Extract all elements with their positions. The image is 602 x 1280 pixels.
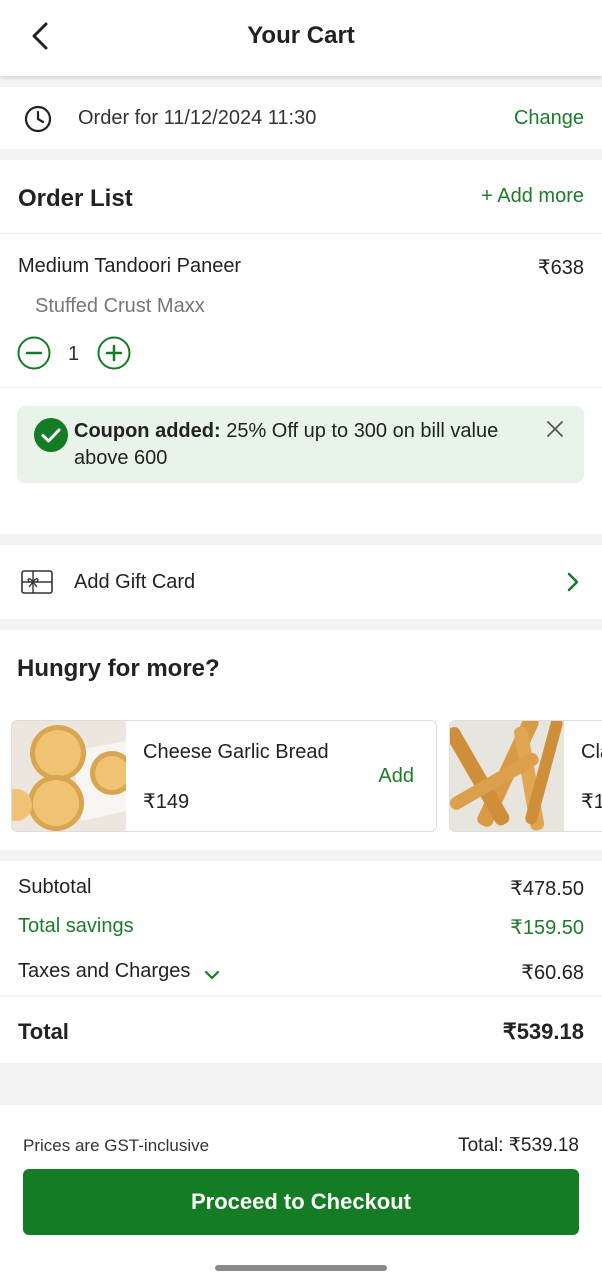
subtotal-label: Subtotal [18, 876, 92, 898]
recommendation-price: ₹149 [143, 791, 190, 813]
recommendation-card[interactable]: Cla ₹1 [449, 720, 602, 832]
add-more-link[interactable]: + Add more [481, 185, 584, 208]
page-title: Your Cart [247, 22, 355, 49]
subtotal-value: ₹478.50 [510, 878, 584, 900]
home-indicator[interactable] [215, 1265, 387, 1271]
divider [0, 233, 602, 234]
check-circle-icon [34, 418, 68, 452]
recommendation-price: ₹1 [581, 791, 602, 813]
taxes-label: Taxes and Charges [18, 960, 191, 982]
gift-card-label: Add Gift Card [74, 571, 196, 593]
total-label: Total [18, 1019, 69, 1044]
order-time-section: Order for 11/12/2024 11:30 Change [0, 87, 602, 149]
recommendation-name: Cheese Garlic Bread [143, 741, 329, 763]
proceed-to-checkout-button[interactable]: Proceed to Checkout [23, 1169, 579, 1235]
cart-item-price: ₹638 [537, 257, 584, 279]
gift-card-icon [21, 570, 53, 594]
clock-icon [24, 105, 52, 133]
coupon-label: Coupon added: [74, 420, 221, 442]
gst-note: Prices are GST-inclusive [23, 1136, 210, 1155]
recommendation-card[interactable]: Cheese Garlic Bread ₹149 Add [11, 720, 437, 832]
savings-value: ₹159.50 [510, 917, 584, 939]
decrease-quantity-icon[interactable] [17, 336, 51, 370]
recommendations-section: Hungry for more? Cheese Garlic Bread ₹14… [0, 630, 602, 850]
checkout-footer: Prices are GST-inclusive Total: ₹539.18 … [0, 1104, 602, 1280]
taxes-value: ₹60.68 [521, 962, 584, 984]
chevron-down-icon[interactable] [204, 964, 220, 980]
recommendation-name: Cla [581, 741, 602, 763]
coupon-banner: Coupon added: 25% Off up to 300 on bill … [17, 406, 584, 483]
order-list-title: Order List [18, 185, 133, 212]
close-icon[interactable] [544, 418, 566, 440]
footer-total: Total: ₹539.18 [458, 1135, 579, 1156]
total-value: ₹539.18 [502, 1019, 584, 1044]
savings-label: Total savings [18, 915, 134, 937]
order-list-section: Order List + Add more Medium Tandoori Pa… [0, 160, 602, 534]
app-header: Your Cart [0, 0, 602, 76]
breadsticks-image [450, 721, 564, 831]
bill-summary: Subtotal ₹478.50 Total savings ₹159.50 T… [0, 861, 602, 995]
cart-item-variant: Stuffed Crust Maxx [35, 295, 205, 317]
change-time-link[interactable]: Change [514, 107, 584, 130]
total-row: Total ₹539.18 [0, 997, 602, 1063]
gift-card-row[interactable]: Add Gift Card [0, 545, 602, 619]
recommendations-title: Hungry for more? [17, 655, 220, 682]
add-recommendation-button[interactable]: Add [378, 765, 414, 788]
coupon-text: Coupon added: 25% Off up to 300 on bill … [74, 418, 534, 472]
chevron-right-icon [566, 571, 580, 593]
divider [0, 387, 602, 388]
order-time-text: Order for 11/12/2024 11:30 [78, 107, 317, 129]
cart-item-name: Medium Tandoori Paneer [18, 255, 242, 277]
increase-quantity-icon[interactable] [97, 336, 131, 370]
garlic-bread-image [12, 721, 134, 831]
quantity-value: 1 [68, 343, 80, 365]
